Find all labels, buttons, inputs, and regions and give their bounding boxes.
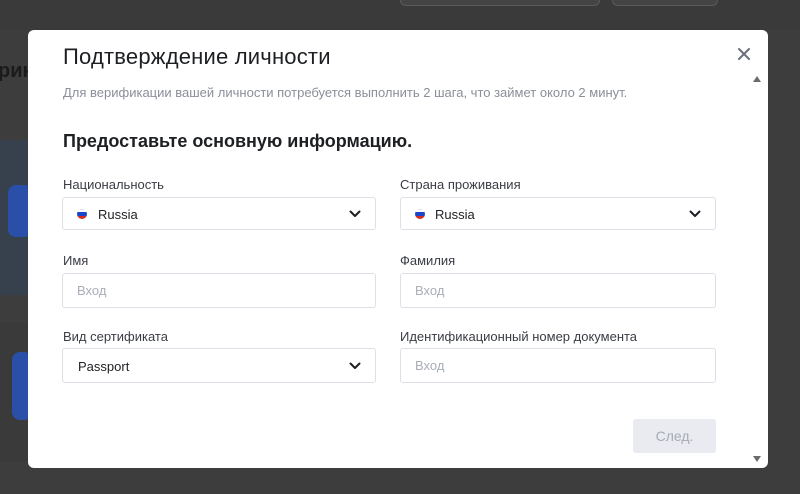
- chevron-down-icon: [349, 210, 361, 217]
- modal-scrollbar[interactable]: [750, 74, 764, 464]
- residence-select[interactable]: Russia: [400, 197, 716, 230]
- close-icon: [738, 48, 750, 60]
- residence-label: Страна проживания: [400, 177, 521, 192]
- doc-number-field[interactable]: [400, 348, 716, 383]
- chevron-down-icon: [349, 362, 361, 369]
- nationality-select[interactable]: Russia: [62, 197, 376, 230]
- ru-flag-icon: [77, 209, 87, 219]
- doc-type-label: Вид сертификата: [63, 329, 168, 344]
- doc-number-label: Идентификационный номер документа: [400, 329, 638, 344]
- nationality-label: Национальность: [63, 177, 164, 192]
- last-name-input[interactable]: [401, 274, 715, 307]
- next-button[interactable]: След.: [633, 419, 716, 453]
- modal-title: Подтверждение личности: [63, 44, 331, 69]
- last-name-field[interactable]: [400, 273, 716, 308]
- first-name-label: Имя: [63, 253, 89, 268]
- doc-type-select[interactable]: Passport: [62, 348, 376, 383]
- modal-subtitle: Для верификации вашей личности потребует…: [63, 85, 628, 100]
- ru-flag-icon: [415, 209, 425, 219]
- first-name-input[interactable]: [63, 274, 375, 307]
- scroll-up-arrow-icon[interactable]: [753, 76, 761, 82]
- scroll-down-arrow-icon[interactable]: [753, 456, 761, 462]
- last-name-label: Фамилия: [400, 253, 456, 268]
- nationality-value: Russia: [98, 207, 138, 222]
- close-button[interactable]: [732, 42, 756, 66]
- background-button: [612, 0, 718, 6]
- chevron-down-icon: [689, 210, 701, 217]
- first-name-field[interactable]: [62, 273, 376, 308]
- doc-type-value: Passport: [78, 359, 130, 374]
- doc-number-input[interactable]: [401, 349, 715, 382]
- residence-value: Russia: [435, 207, 475, 222]
- section-title: Предоставьте основную информацию.: [63, 131, 413, 151]
- background-button: [400, 0, 600, 6]
- identity-verification-modal: Подтверждение личности Для верификации в…: [28, 30, 768, 468]
